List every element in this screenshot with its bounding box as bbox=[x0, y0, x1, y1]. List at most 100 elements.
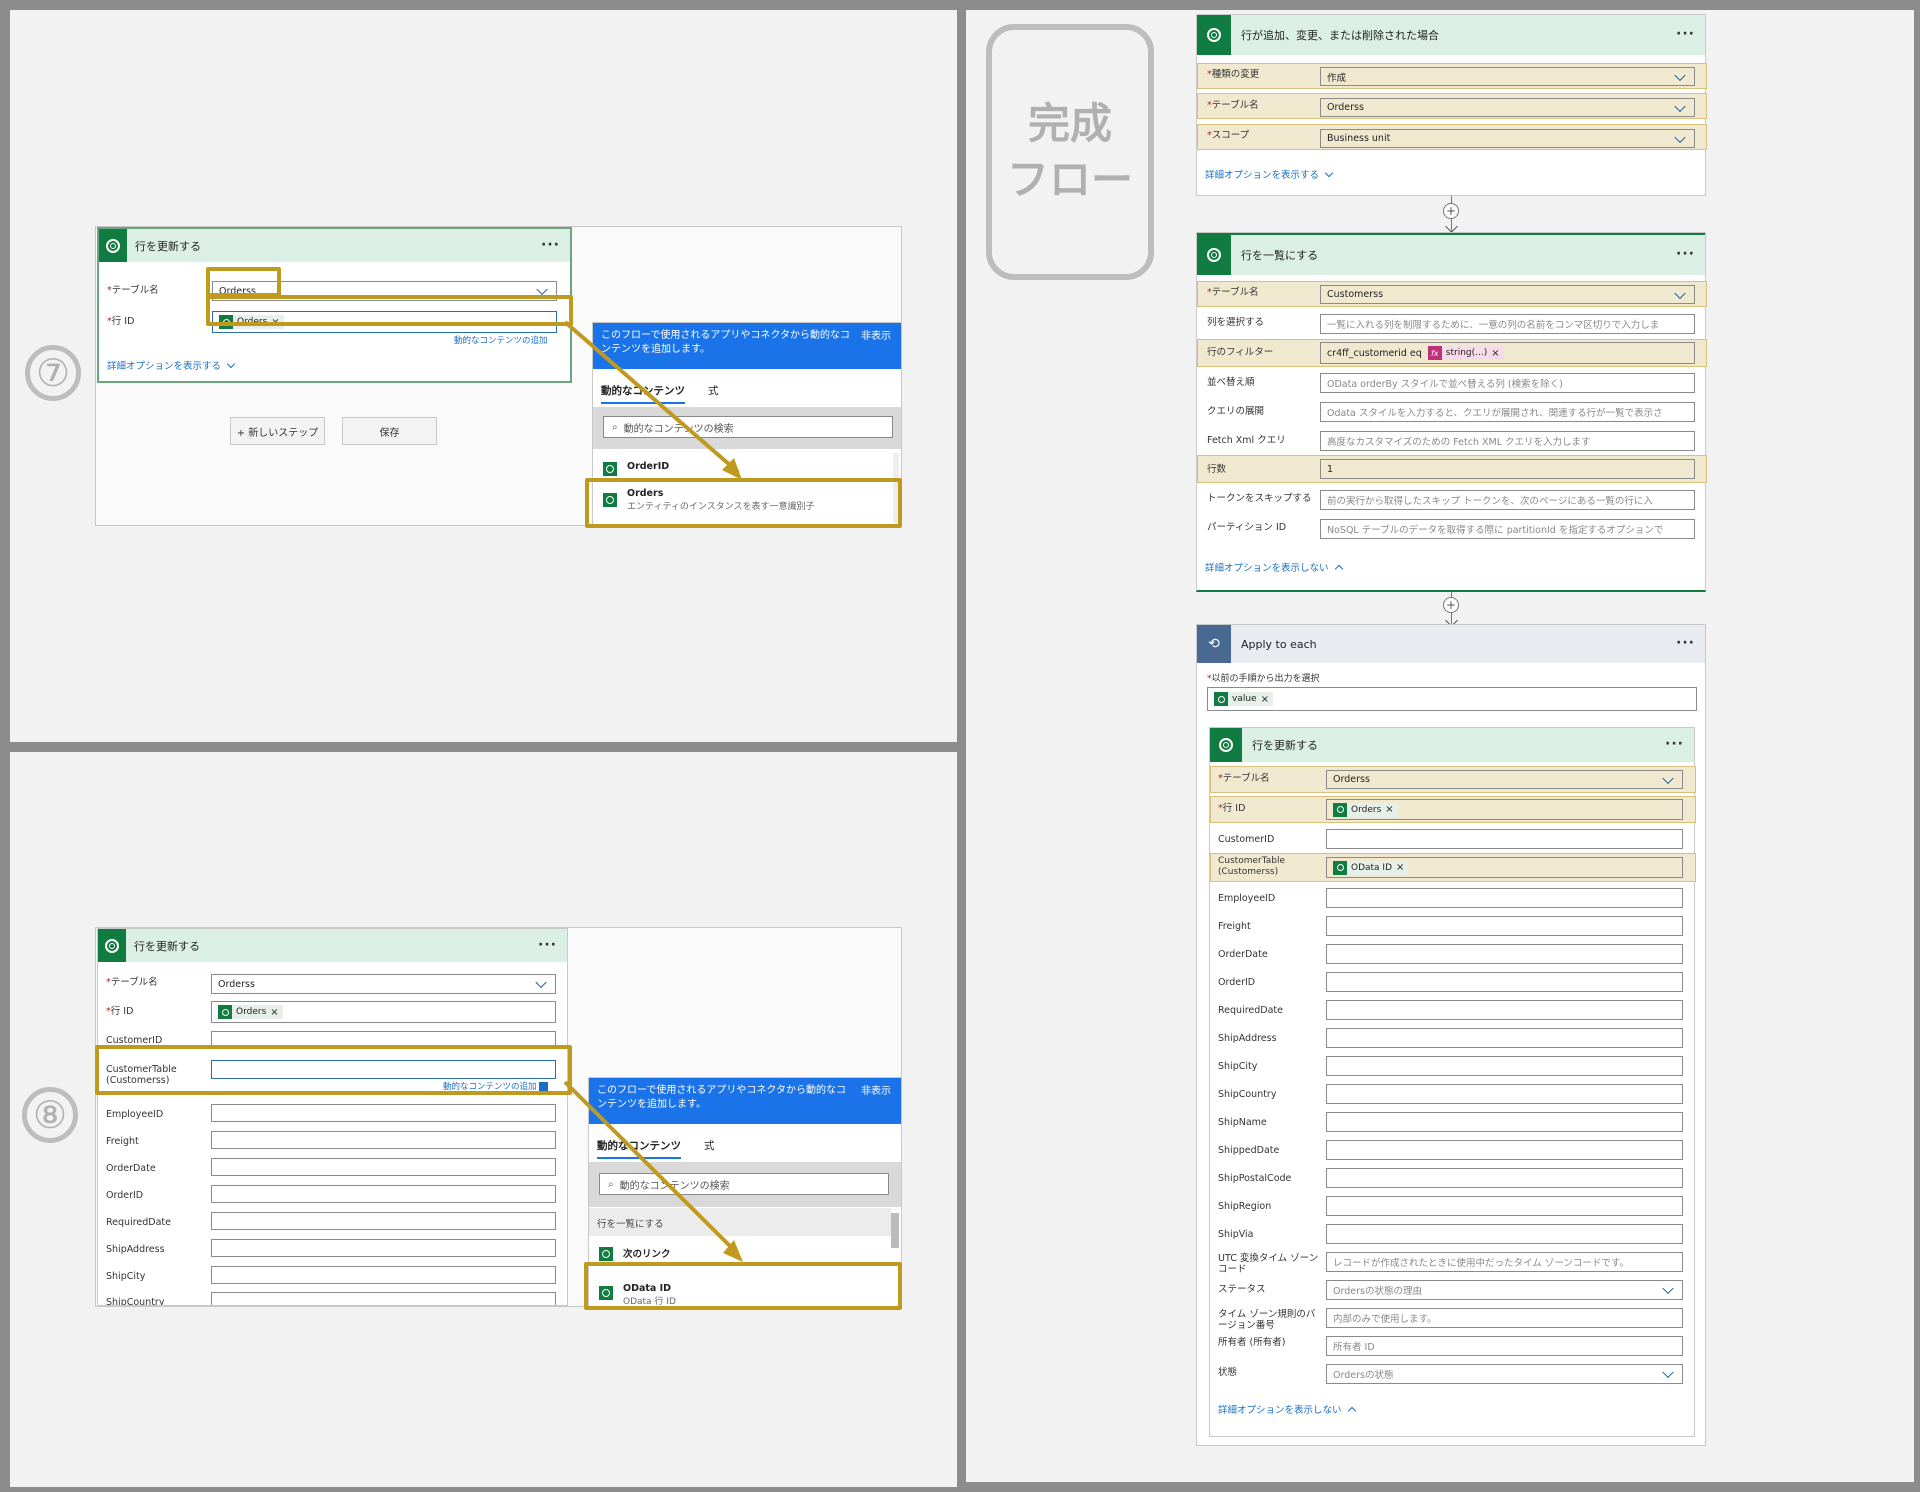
orderid-field[interactable] bbox=[1326, 972, 1683, 992]
dataverse-icon bbox=[1197, 235, 1231, 275]
field-label: ShipAddress bbox=[1218, 1033, 1277, 1044]
select-columns-input[interactable]: 一覧に入れる列を制限するために、一意の列の名前をコンマ区切りで入力しま bbox=[1320, 314, 1695, 334]
owner-input[interactable]: 所有者 ID bbox=[1326, 1336, 1683, 1356]
field-label: ステータス bbox=[1218, 1284, 1266, 1295]
list-rows-card[interactable]: 行を一覧にする ··· *テーブル名 Customerss 列を選択する 一覧に… bbox=[1196, 232, 1707, 592]
trigger-card[interactable]: 行が追加、変更、または削除された場合 ··· *種類の変更 作成 *テーブル名 … bbox=[1196, 14, 1707, 196]
shipaddress-field[interactable] bbox=[1326, 1028, 1683, 1048]
arrow-down-icon bbox=[1445, 220, 1458, 233]
field-label: Fetch Xml クエリ bbox=[1207, 435, 1286, 446]
requireddate-field[interactable] bbox=[1326, 1000, 1683, 1020]
rowid-field[interactable]: Orders × bbox=[1326, 799, 1683, 820]
card-title: Apply to each bbox=[1241, 637, 1317, 651]
arrow-8 bbox=[563, 1080, 743, 1262]
field-label: パーティション ID bbox=[1207, 522, 1287, 533]
hide-advanced-options-link[interactable]: 詳細オプションを表示しない bbox=[1218, 1402, 1356, 1416]
card-header[interactable]: 行が追加、変更、または削除された場合 ··· bbox=[1197, 15, 1705, 55]
field-label: 状態 bbox=[1218, 1367, 1238, 1378]
more-options-icon[interactable]: ··· bbox=[1676, 635, 1695, 651]
chevron-down-icon bbox=[1662, 1366, 1674, 1379]
chevron-down-icon bbox=[1662, 772, 1674, 784]
field-label: ShipCity bbox=[1218, 1061, 1258, 1072]
shippeddate-field[interactable] bbox=[1326, 1140, 1683, 1160]
card-header[interactable]: ⟲ Apply to each ··· bbox=[1197, 625, 1705, 663]
apply-to-each-card[interactable]: ⟲ Apply to each ··· *以前の手順から出力を選択 value ×… bbox=[1196, 624, 1706, 1446]
odata-id-token[interactable]: OData ID × bbox=[1333, 860, 1409, 875]
dataverse-icon bbox=[1210, 728, 1242, 762]
field-label: ShipVia bbox=[1218, 1229, 1254, 1240]
timezone-version-input[interactable]: 内部のみで使用します。 bbox=[1326, 1308, 1683, 1328]
freight-field[interactable] bbox=[1326, 916, 1683, 936]
field-label: CustomerID bbox=[1218, 834, 1275, 845]
chevron-down-icon bbox=[1674, 131, 1686, 143]
fetch-xml-input[interactable]: 高度なカスタマイズのための Fetch XML クエリを入力します bbox=[1320, 431, 1695, 451]
partition-id-input[interactable]: NoSQL テーブルのデータを取得する際に partitionId を指定するオ… bbox=[1320, 519, 1695, 539]
field-label: UTC 変換タイム ゾーン コード bbox=[1218, 1253, 1319, 1275]
field-label: ShipName bbox=[1218, 1117, 1267, 1128]
field-label: トークンをスキップする bbox=[1207, 493, 1312, 504]
field-label: ShipRegion bbox=[1218, 1201, 1272, 1212]
status-reason-dropdown[interactable]: Ordersの状態の理由 bbox=[1326, 1280, 1683, 1300]
field-label: Freight bbox=[1218, 921, 1251, 932]
loop-icon: ⟲ bbox=[1197, 625, 1231, 663]
value-token[interactable]: value × bbox=[1214, 692, 1273, 706]
field-label: ShipPostalCode bbox=[1218, 1173, 1292, 1184]
field-label: *テーブル名 bbox=[1207, 100, 1259, 111]
customertable-field[interactable]: OData ID × bbox=[1326, 857, 1683, 878]
output-label: *以前の手順から出力を選択 bbox=[1207, 674, 1320, 684]
table-name-dropdown[interactable]: Orderss bbox=[1320, 98, 1695, 117]
step8-panel: ⑧ 行を更新する ··· *テーブル名 Orderss *行 ID Orders… bbox=[10, 752, 957, 1487]
field-label: タイム ゾーン規則のバージョン番号 bbox=[1218, 1309, 1316, 1331]
field-label: ShippedDate bbox=[1218, 1145, 1280, 1156]
field-label: 列を選択する bbox=[1207, 317, 1265, 328]
table-name-dropdown[interactable]: Customerss bbox=[1320, 285, 1695, 304]
filter-rows-input[interactable]: cr4ff_customerid eq fx string(...) × bbox=[1320, 342, 1695, 364]
chevron-down-icon bbox=[1674, 287, 1686, 299]
shippostalcode-field[interactable] bbox=[1326, 1168, 1683, 1188]
shipcity-field[interactable] bbox=[1326, 1056, 1683, 1076]
shipname-field[interactable] bbox=[1326, 1112, 1683, 1132]
table-name-dropdown[interactable]: Orderss bbox=[1326, 770, 1683, 789]
field-label: RequiredDate bbox=[1218, 1005, 1283, 1016]
field-label: *テーブル名 bbox=[1218, 773, 1270, 784]
card-title: 行が追加、変更、または削除された場合 bbox=[1241, 29, 1439, 42]
field-label: *テーブル名 bbox=[1207, 287, 1259, 298]
expand-query-input[interactable]: Odata スタイルを入力すると、クエリが展開され、関連する行が一覧で表示さ bbox=[1320, 402, 1695, 422]
field-label: 行数 bbox=[1207, 464, 1227, 475]
field-label: *行 ID bbox=[1218, 803, 1246, 814]
scope-dropdown[interactable]: Business unit bbox=[1320, 129, 1695, 148]
arrow-7 bbox=[563, 320, 742, 480]
utc-timezone-input[interactable]: レコードが作成されたときに使用中だったタイム ゾーンコードです。 bbox=[1326, 1252, 1683, 1272]
field-label: OrderDate bbox=[1218, 949, 1268, 960]
advanced-options-link[interactable]: 詳細オプションを表示する bbox=[1205, 167, 1334, 181]
output-input[interactable]: value × bbox=[1207, 687, 1697, 711]
more-options-icon[interactable]: ··· bbox=[1665, 736, 1684, 752]
field-label: EmployeeID bbox=[1218, 893, 1276, 904]
add-step-icon[interactable]: + bbox=[1443, 203, 1459, 219]
field-label: クエリの展開 bbox=[1207, 406, 1265, 417]
sort-by-input[interactable]: OData orderBy スタイルで並べ替える列 (検索を除く) bbox=[1320, 373, 1695, 393]
employeeid-field[interactable] bbox=[1326, 888, 1683, 908]
shipcountry-field[interactable] bbox=[1326, 1084, 1683, 1104]
shipvia-field[interactable] bbox=[1326, 1224, 1683, 1244]
change-type-dropdown[interactable]: 作成 bbox=[1320, 67, 1695, 86]
field-label: *種類の変更 bbox=[1207, 69, 1260, 80]
shipregion-field[interactable] bbox=[1326, 1196, 1683, 1216]
skip-token-input[interactable]: 前の実行から取得したスキップ トークンを、次のページにある一覧の行に入 bbox=[1320, 490, 1695, 510]
orderdate-field[interactable] bbox=[1326, 944, 1683, 964]
state-dropdown[interactable]: Ordersの状態 bbox=[1326, 1364, 1683, 1384]
card-header[interactable]: 行を一覧にする ··· bbox=[1197, 233, 1705, 275]
update-row-card[interactable]: 行を更新する ··· *テーブル名 Orderss *行 ID Orders × … bbox=[1209, 727, 1696, 1437]
customerid-field[interactable] bbox=[1326, 829, 1683, 849]
more-options-icon[interactable]: ··· bbox=[1676, 246, 1695, 262]
row-count-input[interactable]: 1 bbox=[1320, 459, 1695, 479]
field-label: CustomerTable (Customerss) bbox=[1218, 856, 1285, 877]
orders-token[interactable]: Orders × bbox=[1333, 802, 1398, 817]
card-header[interactable]: 行を更新する ··· bbox=[1210, 728, 1694, 762]
field-label: ShipCountry bbox=[1218, 1089, 1277, 1100]
more-options-icon[interactable]: ··· bbox=[1676, 26, 1695, 42]
add-step-icon[interactable]: + bbox=[1443, 597, 1459, 613]
expression-token[interactable]: fx string(...) × bbox=[1427, 346, 1504, 360]
chevron-down-icon bbox=[1674, 100, 1686, 112]
hide-advanced-options-link[interactable]: 詳細オプションを表示しない bbox=[1205, 560, 1343, 574]
